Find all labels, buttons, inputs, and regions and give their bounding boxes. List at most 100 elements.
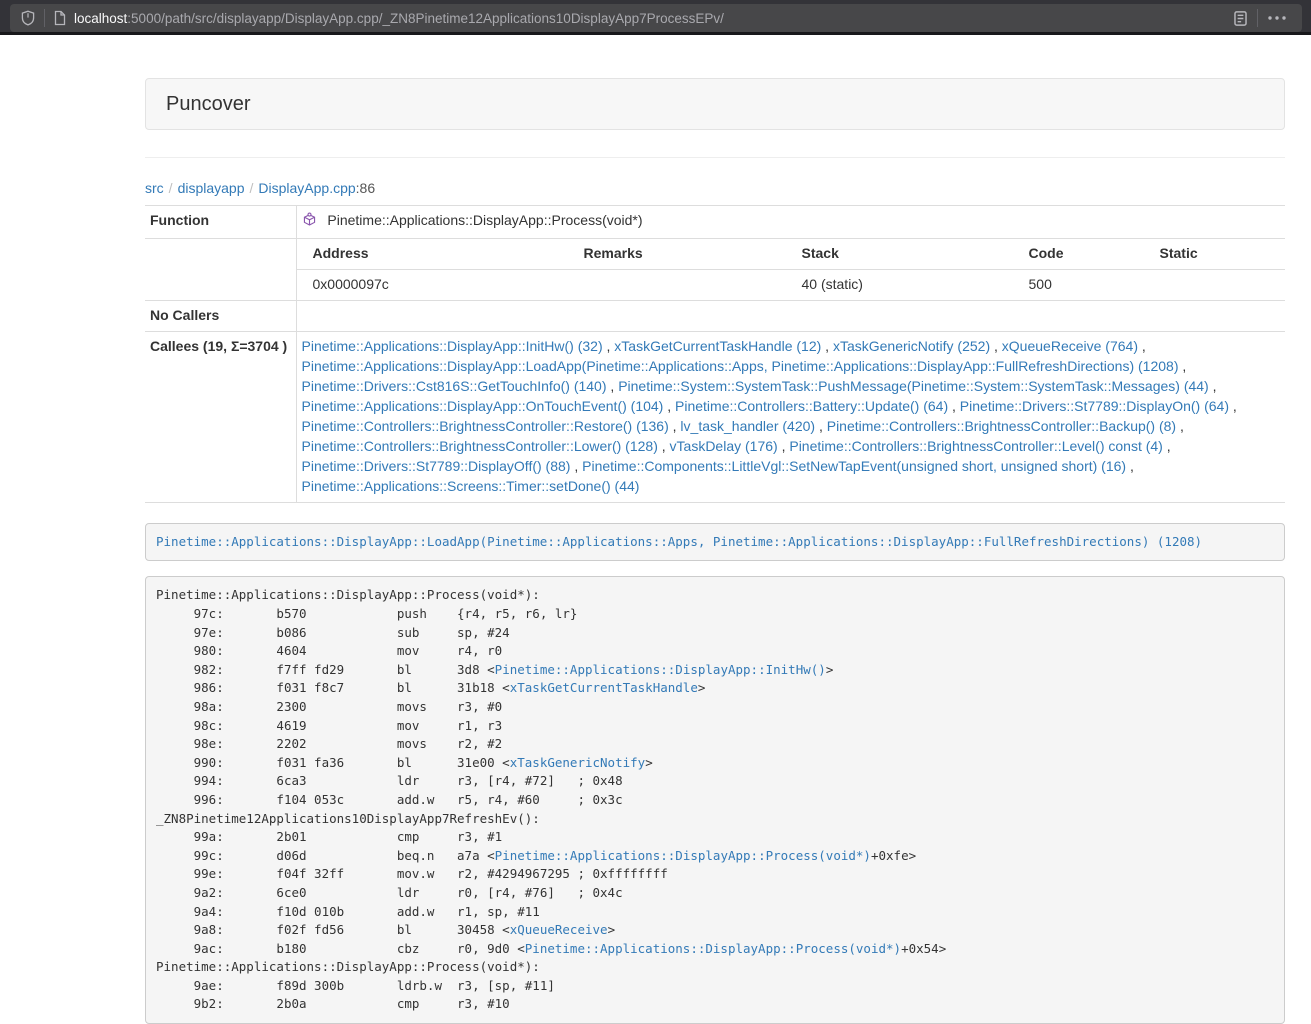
- address-table-data-row: 0x0000097c 40 (static) 500: [297, 269, 1286, 299]
- function-row: Function Pinetime::Applications::Display…: [145, 206, 1285, 239]
- address-cell: 0x0000097c: [297, 269, 568, 299]
- app-header-panel: Puncover: [145, 78, 1285, 130]
- callee-link[interactable]: lv_task_handler (420): [680, 418, 815, 434]
- asm-line: 98a: 2300 movs r3, #0: [156, 698, 1274, 717]
- callee-link[interactable]: Pinetime::Drivers::Cst816S::GetTouchInfo…: [302, 378, 607, 394]
- callee-link[interactable]: Pinetime::Controllers::BrightnessControl…: [302, 438, 658, 454]
- asm-line: Pinetime::Applications::DisplayApp::Proc…: [156, 586, 1274, 605]
- asm-line: 99e: f04f 32ff mov.w r2, #4294967295 ; 0…: [156, 865, 1274, 884]
- remarks-cell: [568, 269, 786, 299]
- callees-row: Callees (19, Σ=3704 ) Pinetime::Applicat…: [145, 331, 1285, 502]
- asm-line: 9ae: f89d 300b ldrb.w r3, [sp, #11]: [156, 977, 1274, 996]
- asm-line: 9b2: 2b0a cmp r3, #10: [156, 995, 1274, 1014]
- reader-mode-icon[interactable]: [1232, 10, 1249, 27]
- col-code: Code: [1013, 239, 1144, 269]
- col-address: Address: [297, 239, 568, 269]
- stack-cell: 40 (static): [786, 269, 1013, 299]
- page-content: Puncover src/displayapp/DisplayApp.cpp:8…: [145, 38, 1285, 1024]
- static-cell: [1144, 269, 1286, 299]
- asm-line: 97e: b086 sub sp, #24: [156, 624, 1274, 643]
- callee-link[interactable]: xTaskGenericNotify (252): [833, 338, 990, 354]
- col-remarks: Remarks: [568, 239, 786, 269]
- callees-cell: Pinetime::Applications::DisplayApp::Init…: [296, 331, 1285, 502]
- asm-symbol-link[interactable]: Pinetime::Applications::DisplayApp::Proc…: [495, 848, 871, 863]
- asm-line: 97c: b570 push {r4, r5, r6, lr}: [156, 605, 1274, 624]
- callee-link[interactable]: Pinetime::Drivers::St7789::DisplayOn() (…: [960, 398, 1229, 414]
- asm-line: 99a: 2b01 cmp r3, #1: [156, 828, 1274, 847]
- no-callers-row: No Callers: [145, 300, 1285, 331]
- asm-line: 9a8: f02f fd56 bl 30458 <xQueueReceive>: [156, 921, 1274, 940]
- url-text[interactable]: localhost:5000/path/src/displayapp/Displ…: [74, 11, 1232, 26]
- asm-symbol-link[interactable]: xTaskGenericNotify: [510, 755, 645, 770]
- asm-line: 9a2: 6ce0 ldr r0, [r4, #76] ; 0x4c: [156, 884, 1274, 903]
- no-callers-cell: [296, 300, 1285, 331]
- col-stack: Stack: [786, 239, 1013, 269]
- breadcrumb-line-number: :86: [356, 180, 375, 196]
- shield-icon[interactable]: [20, 10, 36, 26]
- callee-link[interactable]: Pinetime::Applications::DisplayApp::Load…: [302, 358, 1179, 374]
- function-label: Function: [145, 206, 296, 239]
- ellipsis-menu-icon[interactable]: [1266, 10, 1288, 26]
- highlighted-callee-block: Pinetime::Applications::DisplayApp::Load…: [145, 523, 1285, 562]
- callee-link[interactable]: Pinetime::Drivers::St7789::DisplayOff() …: [302, 458, 571, 474]
- address-table: Address Remarks Stack Code Static 0x0000…: [297, 239, 1286, 300]
- callee-link[interactable]: xQueueReceive (764): [1002, 338, 1138, 354]
- asm-line: _ZN8Pinetime12Applications10DisplayApp7R…: [156, 810, 1274, 829]
- asm-line: 982: f7ff fd29 bl 3d8 <Pinetime::Applica…: [156, 661, 1274, 680]
- callee-link[interactable]: xTaskGetCurrentTaskHandle (12): [614, 338, 821, 354]
- callee-link[interactable]: Pinetime::Controllers::BrightnessControl…: [789, 438, 1162, 454]
- function-name-cell: Pinetime::Applications::DisplayApp::Proc…: [296, 206, 1285, 239]
- url-bar[interactable]: localhost:5000/path/src/displayapp/Displ…: [10, 4, 1302, 32]
- address-detail-row: Address Remarks Stack Code Static 0x0000…: [145, 238, 1285, 300]
- asm-symbol-link[interactable]: xTaskGetCurrentTaskHandle: [510, 680, 698, 695]
- address-detail-cell: Address Remarks Stack Code Static 0x0000…: [296, 238, 1285, 300]
- breadcrumb-src[interactable]: src: [145, 180, 164, 196]
- callee-link[interactable]: Pinetime::Applications::DisplayApp::OnTo…: [302, 398, 664, 414]
- asm-line: 996: f104 053c add.w r5, r4, #60 ; 0x3c: [156, 791, 1274, 810]
- asm-line: Pinetime::Applications::DisplayApp::Proc…: [156, 958, 1274, 977]
- asm-line: 980: 4604 mov r4, r0: [156, 642, 1274, 661]
- asm-symbol-link[interactable]: xQueueReceive: [510, 922, 608, 937]
- breadcrumb-separator: /: [169, 180, 173, 196]
- url-host: localhost: [74, 11, 127, 26]
- asm-line: 990: f031 fa36 bl 31e00 <xTaskGenericNot…: [156, 754, 1274, 773]
- url-path: :5000/path/src/displayapp/DisplayApp.cpp…: [127, 11, 724, 26]
- asm-line: 9a4: f10d 010b add.w r1, sp, #11: [156, 903, 1274, 922]
- callee-link[interactable]: Pinetime::Controllers::BrightnessControl…: [827, 418, 1176, 434]
- breadcrumb: src/displayapp/DisplayApp.cpp:86: [145, 180, 1285, 196]
- function-table: Function Pinetime::Applications::Display…: [145, 205, 1285, 503]
- app-title: Puncover: [166, 93, 251, 116]
- address-table-header-row: Address Remarks Stack Code Static: [297, 239, 1286, 269]
- callee-link[interactable]: vTaskDelay (176): [670, 438, 778, 454]
- actions-divider: [1257, 9, 1258, 27]
- callee-link[interactable]: Pinetime::Applications::DisplayApp::Init…: [302, 338, 603, 354]
- asm-line: 994: 6ca3 ldr r3, [r4, #72] ; 0x48: [156, 772, 1274, 791]
- callees-list: Pinetime::Applications::DisplayApp::Init…: [302, 338, 1237, 494]
- highlighted-callee-link[interactable]: Pinetime::Applications::DisplayApp::Load…: [156, 534, 1202, 549]
- urlbar-divider: [44, 9, 45, 27]
- function-name: Pinetime::Applications::DisplayApp::Proc…: [327, 212, 642, 228]
- code-cell: 500: [1013, 269, 1144, 299]
- col-static: Static: [1144, 239, 1286, 269]
- page-icon[interactable]: [53, 10, 67, 26]
- asm-line: 99c: d06d beq.n a7a <Pinetime::Applicati…: [156, 847, 1274, 866]
- breadcrumb-file[interactable]: DisplayApp.cpp: [258, 180, 355, 196]
- asm-line: 98c: 4619 mov r1, r3: [156, 717, 1274, 736]
- assembly-code: Pinetime::Applications::DisplayApp::Proc…: [156, 586, 1274, 1014]
- divider-rule: [145, 157, 1285, 158]
- empty-label-cell: [145, 238, 296, 300]
- assembly-listing: Pinetime::Applications::DisplayApp::Proc…: [145, 576, 1285, 1024]
- breadcrumb-displayapp[interactable]: displayapp: [178, 180, 245, 196]
- breadcrumb-separator: /: [250, 180, 254, 196]
- callee-link[interactable]: Pinetime::Controllers::Battery::Update()…: [675, 398, 948, 414]
- no-callers-label: No Callers: [145, 300, 296, 331]
- asm-line: 986: f031 f8c7 bl 31b18 <xTaskGetCurrent…: [156, 679, 1274, 698]
- callee-link[interactable]: Pinetime::Components::LittleVgl::SetNewT…: [582, 458, 1126, 474]
- asm-symbol-link[interactable]: Pinetime::Applications::DisplayApp::Proc…: [525, 941, 901, 956]
- asm-symbol-link[interactable]: Pinetime::Applications::DisplayApp::Init…: [495, 662, 826, 677]
- symbol-cube-icon: [302, 214, 321, 230]
- callee-link[interactable]: Pinetime::Applications::Screens::Timer::…: [302, 478, 640, 494]
- callees-label: Callees (19, Σ=3704 ): [145, 331, 296, 502]
- callee-link[interactable]: Pinetime::System::SystemTask::PushMessag…: [618, 378, 1209, 394]
- callee-link[interactable]: Pinetime::Controllers::BrightnessControl…: [302, 418, 669, 434]
